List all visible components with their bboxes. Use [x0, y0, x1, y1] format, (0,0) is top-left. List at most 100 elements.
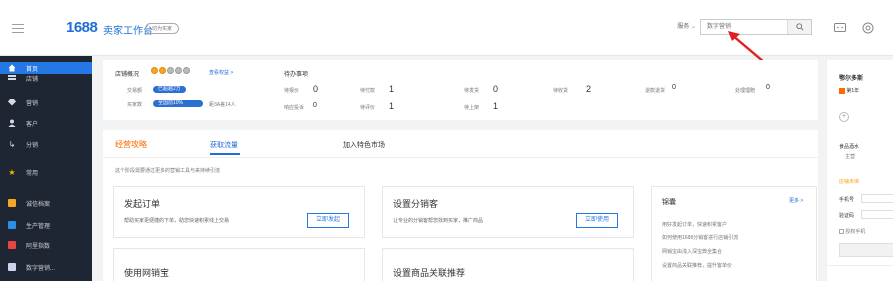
todo-label[interactable]: 退款退货	[645, 87, 665, 94]
view-rights-link[interactable]: 查看权益 >	[209, 69, 233, 76]
divider	[827, 265, 893, 266]
home-icon	[8, 64, 16, 72]
sidebar-item-credit-archive[interactable]: 诚信档案	[0, 197, 92, 209]
todo-label[interactable]: 处理理赔	[735, 87, 755, 94]
sidebar-item-home[interactable]: 首页	[0, 62, 92, 74]
phone-input[interactable]	[861, 194, 893, 203]
tab-get-traffic[interactable]: 获取流量	[210, 140, 238, 150]
tab-underline	[210, 153, 240, 155]
sidebar-item-label: 营销	[26, 100, 39, 107]
category-label: 食品酒水	[839, 144, 860, 150]
todo-label[interactable]: 待收货	[553, 87, 568, 94]
star-icon: ★	[8, 167, 16, 177]
chart-icon	[8, 241, 16, 249]
sidebar-item-label: 常用	[26, 170, 39, 177]
sidebar-item-label: 数字营销...	[26, 265, 56, 272]
company-name: 鄂尔多斯	[839, 76, 864, 82]
todo-value[interactable]: 2	[586, 84, 591, 94]
feature-title: 设置分销客	[393, 199, 439, 209]
strategy-brand: 经营攻略	[115, 140, 147, 149]
todo-value[interactable]: 1	[389, 101, 394, 111]
production-icon	[8, 221, 16, 229]
menu-icon[interactable]	[12, 24, 24, 34]
todo-value[interactable]: 0	[766, 84, 770, 91]
checkbox[interactable]	[839, 229, 844, 235]
search-icon	[795, 23, 804, 31]
store-icon	[8, 74, 16, 82]
todo-value[interactable]: 1	[493, 101, 498, 111]
main-content: 店铺概况 查看权益 > 交易额 已超越2万 买家数 全国前10% 距3A差14人…	[103, 60, 818, 281]
sidebar-item-label: 店铺	[26, 76, 39, 83]
sidebar-item-marketing[interactable]: 营销	[0, 96, 92, 108]
sidebar-item-favorites[interactable]: ★ 常用	[0, 166, 92, 178]
add-button[interactable]: +	[839, 112, 849, 122]
vip-icon	[839, 87, 845, 94]
switch-to-buyer-button[interactable]: 切为买家	[145, 23, 180, 34]
tips-link[interactable]: 设置商品关联推荐，提升客单价	[662, 262, 732, 269]
medal-icon	[151, 67, 158, 74]
share-icon: ↳	[8, 139, 16, 149]
todo-value[interactable]: 0	[672, 84, 676, 91]
tips-link[interactable]: 如何使用1688分销客进行店铺引流	[662, 234, 738, 241]
medal-icon	[175, 67, 182, 74]
todo-value[interactable]: 0	[313, 102, 317, 109]
tab-join-market[interactable]: 加入特色市场	[343, 140, 385, 150]
todo-label[interactable]: 待上架	[464, 104, 479, 111]
todo-label[interactable]: 待评价	[360, 104, 375, 111]
divider	[103, 157, 818, 158]
logo-number[interactable]: 1688	[66, 19, 98, 36]
tips-more-link[interactable]: 更多 >	[789, 197, 803, 204]
feature-title: 发起订单	[124, 199, 161, 209]
feature-title: 设置商品关联推荐	[393, 268, 466, 278]
buyer-badge: 全国前10%	[153, 100, 203, 107]
todo-value[interactable]: 0	[313, 84, 318, 94]
service-label: 服务	[677, 24, 690, 30]
sidebar-item-production[interactable]: 生产管理	[0, 219, 92, 231]
search-button[interactable]	[787, 20, 811, 34]
bind-button[interactable]	[839, 243, 893, 257]
feature-card-create-order: 发起订单 帮助买家更便捷的下单，助您快速积累线上交易 立即发起	[113, 186, 365, 238]
year-badge: 第1年	[839, 87, 859, 94]
agree-label: 授权手机	[839, 228, 865, 235]
tips-link[interactable]: 网销宝由浅入深宝典全集合	[662, 248, 722, 255]
digital-icon	[8, 263, 16, 271]
todo-label[interactable]: 待付款	[360, 87, 375, 94]
right-panel: 鄂尔多斯 第1年 + 食品酒水 主营 店铺未绑 手机号 验证码 授权手机	[826, 60, 893, 281]
todo-label[interactable]: 待报价	[284, 87, 299, 94]
medal-icon	[167, 67, 174, 74]
gear-icon[interactable]	[861, 21, 875, 35]
todo-label[interactable]: 待发货	[464, 87, 479, 94]
sidebar-item-ali-index[interactable]: 阿里指数	[0, 239, 92, 251]
sidebar-item-label: 客户	[26, 121, 39, 128]
buyer-label: 买家数	[127, 102, 143, 108]
category-sub-label: 主营	[845, 154, 856, 160]
feature-desc: 让专业的分销客帮您找到买家，推广商品	[393, 218, 484, 224]
sidebar-item-digital-marketing[interactable]: 数字营销...	[0, 261, 92, 273]
sidebar-item-label: 首页	[26, 66, 39, 73]
service-dropdown[interactable]: 服务 ⌄	[662, 20, 700, 35]
create-order-button[interactable]: 立即发起	[307, 213, 350, 228]
todo-value[interactable]: 0	[493, 84, 498, 94]
user-icon	[8, 119, 16, 127]
tips-link[interactable]: 用好发起订单，快速积累客户	[662, 221, 727, 228]
sidebar-item-label: 分销	[26, 142, 39, 149]
todo-value[interactable]: 1	[389, 84, 394, 94]
message-icon[interactable]	[833, 21, 847, 35]
feature-card-wangxiaobao: 使用网销宝	[113, 248, 365, 281]
sidebar-item-label: 诚信档案	[26, 201, 51, 208]
sidebar-item-label: 生产管理	[26, 223, 51, 230]
strategy-intro: 这个阶段需要通过更多的营销工具与来持续引流	[115, 168, 221, 174]
code-input[interactable]	[861, 210, 893, 219]
todo-label[interactable]: 响应投诉	[284, 104, 304, 111]
trade-badge: 已超越2万	[153, 86, 186, 93]
tips-title: 锦囊	[662, 199, 676, 206]
use-distributor-button[interactable]: 立即使用	[576, 213, 619, 228]
phone-label: 手机号	[839, 197, 855, 203]
sidebar-item-distribution[interactable]: ↳ 分销	[0, 138, 92, 150]
feature-desc: 帮助买家更便捷的下单，助您快速积累线上交易	[124, 218, 230, 224]
year-label: 第1年	[846, 88, 860, 94]
feature-card-distributor: 设置分销客 让专业的分销客帮您找到买家，推广商品 立即使用	[382, 186, 634, 238]
sidebar-item-customer[interactable]: 客户	[0, 117, 92, 129]
feature-title: 使用网销宝	[124, 268, 170, 278]
sidebar-item-store[interactable]: 店铺	[0, 74, 92, 83]
